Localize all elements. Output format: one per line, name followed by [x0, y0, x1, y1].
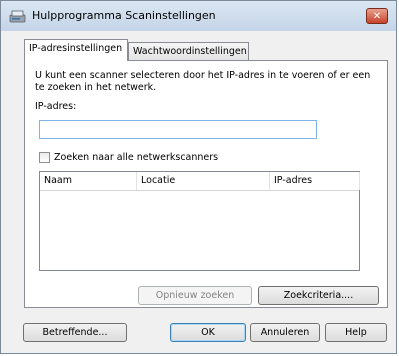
search-all-checkbox[interactable] — [39, 152, 50, 163]
column-header-name[interactable]: Naam — [40, 172, 137, 190]
description-text: U kunt een scanner selecteren door het I… — [35, 70, 371, 93]
close-icon: ✕ — [372, 11, 382, 22]
title-bar[interactable]: Hulpprogramma Scaninstellingen ✕ — [1, 1, 396, 31]
help-button[interactable]: Help — [325, 323, 387, 342]
scan-settings-window: Hulpprogramma Scaninstellingen ✕ IP-adre… — [0, 0, 397, 354]
close-button[interactable]: ✕ — [366, 8, 388, 24]
ip-address-label: IP-adres: — [35, 101, 77, 112]
scanner-list[interactable]: Naam Locatie IP-adres — [39, 171, 360, 271]
ip-address-input[interactable] — [39, 120, 317, 139]
ip-settings-panel: U kunt een scanner selecteren door het I… — [24, 60, 388, 308]
cancel-button[interactable]: Annuleren — [250, 323, 320, 342]
about-button[interactable]: Betreffende... — [23, 323, 127, 342]
search-all-label[interactable]: Zoeken naar alle netwerkscanners — [54, 152, 218, 163]
search-again-button[interactable]: Opnieuw zoeken — [138, 286, 252, 305]
scanner-icon — [9, 10, 26, 23]
tab-password-settings[interactable]: Wachtwoordinstellingen — [128, 42, 249, 60]
ok-button[interactable]: OK — [170, 323, 246, 342]
scanner-list-header: Naam Locatie IP-adres — [40, 172, 360, 191]
search-criteria-button[interactable]: Zoekcriteria.... — [258, 286, 379, 305]
column-header-ip-address[interactable]: IP-adres — [270, 172, 360, 190]
tab-ip-settings[interactable]: IP-adresinstellingen — [24, 39, 128, 61]
window-title: Hulpprogramma Scaninstellingen — [32, 9, 216, 22]
column-header-location[interactable]: Locatie — [137, 172, 270, 190]
